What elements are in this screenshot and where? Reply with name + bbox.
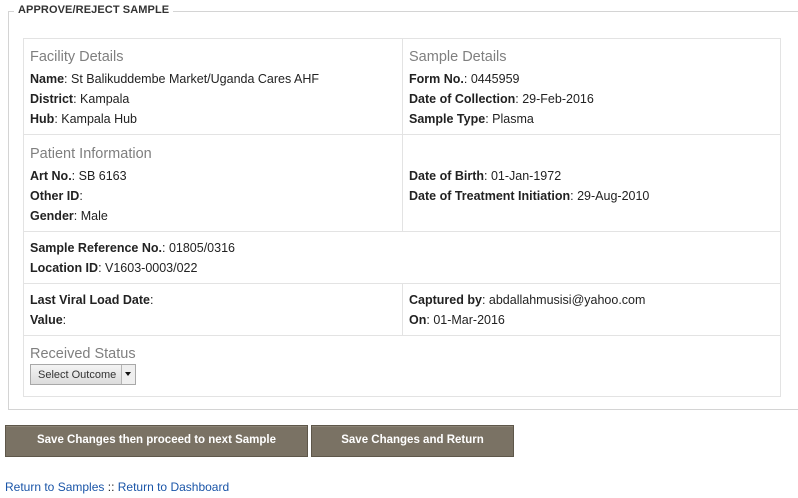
facility-name-value: St Balikuddembe Market/Uganda Cares AHF [71, 72, 320, 86]
return-to-samples-link[interactable]: Return to Samples [5, 480, 104, 494]
captured-by-label: Captured by [409, 293, 482, 307]
sample-details-heading: Sample Details [409, 49, 507, 65]
collection-date-value: 29-Feb-2016 [522, 92, 594, 106]
form-no-value: 0445959 [470, 72, 520, 86]
location-id-label: Location ID [30, 261, 99, 275]
save-and-return-button[interactable]: Save Changes and Return [311, 425, 514, 457]
collection-date-line: Date of Collection: 29-Feb-2016 [409, 92, 594, 106]
hub-line: Hub: Kampala Hub [30, 112, 138, 126]
treatment-initiation-label: Date of Treatment Initiation [409, 189, 571, 203]
viral-load-section: Last Viral Load Date: Value: [24, 284, 403, 335]
received-status-heading: Received Status [30, 346, 136, 362]
viral-load-row: Last Viral Load Date: Value: Captured by… [24, 284, 780, 336]
sample-type-line: Sample Type: Plasma [409, 112, 534, 126]
sample-reference-line: Sample Reference No.: 01805/0316 [30, 241, 235, 255]
sample-type-value: Plasma [492, 112, 534, 126]
captured-by-value: abdallahmusisi@yahoo.com [488, 293, 646, 307]
facility-details-heading: Facility Details [30, 49, 124, 65]
patient-dates-section: Date of Birth: 01-Jan-1972 Date of Treat… [403, 135, 780, 231]
art-no-value: SB 6163 [78, 169, 127, 183]
district-label: District [30, 92, 74, 106]
received-status-row: Received Status Select Outcome [24, 336, 780, 396]
captured-on-label: On [409, 313, 427, 327]
other-id-label: Other ID [30, 189, 80, 203]
footer-links: Return to Samples :: Return to Dashboard [5, 480, 229, 494]
return-to-dashboard-link[interactable]: Return to Dashboard [118, 480, 229, 494]
date-of-birth-line: Date of Birth: 01-Jan-1972 [409, 169, 562, 183]
gender-label: Gender [30, 209, 74, 223]
hub-value: Kampala Hub [61, 112, 138, 126]
outcome-select-toggle[interactable] [121, 365, 135, 384]
treatment-initiation-line: Date of Treatment Initiation: 29-Aug-201… [409, 189, 650, 203]
facility-name-line: Name: St Balikuddembe Market/Uganda Care… [30, 72, 320, 86]
facility-name-label: Name [30, 72, 65, 86]
form-no-label: Form No. [409, 72, 464, 86]
patient-row: Patient Information Art No.: SB 6163 Oth… [24, 135, 780, 232]
collection-date-label: Date of Collection [409, 92, 516, 106]
other-id-line: Other ID: [30, 189, 83, 203]
district-value: Kampala [80, 92, 130, 106]
sample-reference-section: Sample Reference No.: 01805/0316 Locatio… [24, 232, 780, 283]
captured-on-line: On: 01-Mar-2016 [409, 313, 505, 327]
date-of-birth-value: 01-Jan-1972 [490, 169, 562, 183]
patient-information-heading: Patient Information [30, 146, 152, 162]
outcome-select[interactable]: Select Outcome [30, 364, 136, 385]
save-and-next-button[interactable]: Save Changes then proceed to next Sample [5, 425, 308, 457]
form-no-line: Form No.: 0445959 [409, 72, 520, 86]
captured-on-value: 01-Mar-2016 [433, 313, 505, 327]
gender-line: Gender: Male [30, 209, 108, 223]
link-separator: :: [107, 480, 115, 494]
district-line: District: Kampala [30, 92, 130, 106]
outcome-select-value: Select Outcome [38, 369, 117, 381]
location-id-line: Location ID: V1603-0003/022 [30, 261, 198, 275]
viral-value-line: Value: [30, 313, 67, 327]
art-no-label: Art No. [30, 169, 72, 183]
sample-type-label: Sample Type [409, 112, 486, 126]
sample-details-section: Sample Details Form No.: 0445959 Date of… [403, 39, 780, 134]
sample-reference-label: Sample Reference No. [30, 241, 162, 255]
date-of-birth-label: Date of Birth [409, 169, 484, 183]
captured-section: Captured by: abdallahmusisi@yahoo.com On… [403, 284, 780, 335]
patient-information-section: Patient Information Art No.: SB 6163 Oth… [24, 135, 403, 231]
sample-reference-value: 01805/0316 [168, 241, 235, 255]
captured-by-line: Captured by: abdallahmusisi@yahoo.com [409, 293, 646, 307]
facility-sample-row: Facility Details Name: St Balikuddembe M… [24, 39, 780, 135]
hub-label: Hub [30, 112, 55, 126]
facility-details-section: Facility Details Name: St Balikuddembe M… [24, 39, 403, 134]
sample-details-card: Facility Details Name: St Balikuddembe M… [23, 38, 781, 397]
chevron-down-icon [125, 372, 131, 376]
treatment-initiation-value: 29-Aug-2010 [577, 189, 650, 203]
last-viral-load-label: Last Viral Load Date [30, 293, 150, 307]
art-no-line: Art No.: SB 6163 [30, 169, 127, 183]
gender-value: Male [80, 209, 108, 223]
received-status-section: Received Status Select Outcome [24, 336, 780, 396]
form-legend: APPROVE/REJECT SAMPLE [14, 4, 174, 16]
viral-value-label: Value [30, 313, 63, 327]
location-id-value: V1603-0003/022 [105, 261, 198, 275]
reference-row: Sample Reference No.: 01805/0316 Locatio… [24, 232, 780, 284]
last-viral-load-line: Last Viral Load Date: [30, 293, 154, 307]
